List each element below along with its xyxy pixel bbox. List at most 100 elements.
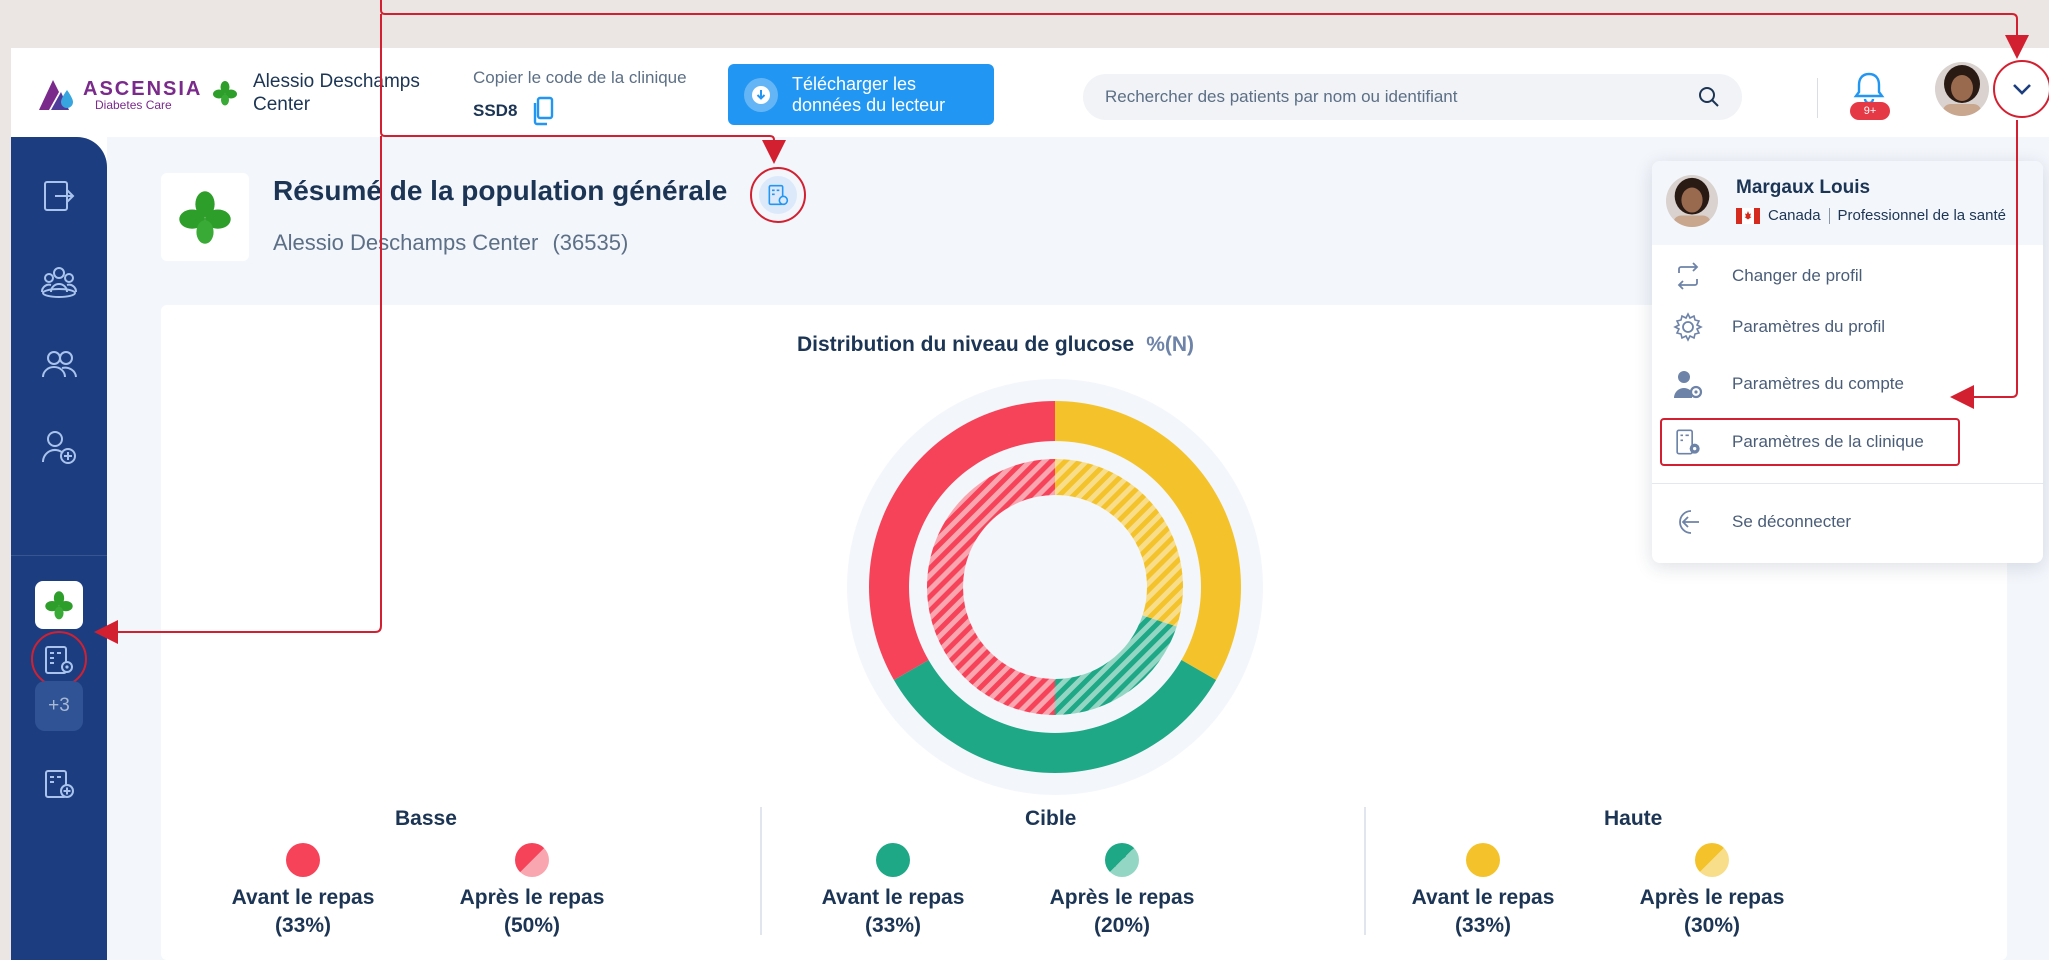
profile-country: Canada [1768,207,1821,224]
clinic-code: SSD8 [473,101,518,120]
clinic-subtitle: Alessio Deschamps Center [273,230,539,255]
legend-label: Après le repas [1049,886,1195,909]
sidebar-item-population[interactable] [35,257,83,305]
legend-dot-haute-after [1695,843,1729,877]
clinic-settings-icon [45,646,73,674]
switch-profile-icon [1672,260,1704,292]
avatar[interactable] [1935,62,1989,116]
logo-name: ASCENSIA [83,78,203,100]
menu-item-label: Paramètres du compte [1732,374,1904,393]
meta-divider [1828,207,1830,224]
legend-label: Après le repas [459,886,605,909]
legend-label: Avant le repas [231,886,375,909]
sidebar-item-clinic-settings[interactable] [31,631,87,687]
download-button-label: Télécharger les données du lecteur [792,73,946,115]
legend-group-basse: Basse [395,807,457,831]
patient-count: (36535) [552,230,629,255]
legend-haute-before: Avant le repas (33%) [1393,843,1573,941]
add-clinic-icon [45,770,74,798]
clinic-name-label: Alessio Deschamps Center [253,71,420,115]
app-window: ASCENSIA Diabetes Care Alessio Deschamps… [11,48,2049,960]
sidebar-item-add-clinic[interactable] [35,759,83,807]
legend-pct: (50%) [503,914,561,937]
legend-dot-basse-before [286,843,320,877]
legend-divider [760,807,762,935]
ascensia-logo-mark-icon [39,80,73,110]
menu-item-change-profile[interactable]: Changer de profil [1670,253,2026,299]
canada-flag-icon [1736,207,1760,224]
copy-code-label: Copier le code de la clinique [473,68,687,87]
clover-icon [179,191,231,244]
menu-item-label: Se déconnecter [1732,512,1852,531]
menu-item-label: Paramètres du profil [1732,317,1886,336]
glucose-donut-chart [847,379,1263,795]
legend-dot-cible-after [1105,843,1139,877]
account-settings-icon [1672,368,1704,400]
top-header: ASCENSIA Diabetes Care Alessio Deschamps… [11,48,2049,138]
logo-subtitle: Diabetes Care [95,98,172,112]
legend-pct: (33%) [864,914,922,937]
legend-cible-before: Avant le repas (33%) [803,843,983,941]
page-subtitle: Alessio Deschamps Center (36535) [273,230,628,256]
legend-group-cible: Cible [1025,807,1076,831]
profile-name: Margaux Louis [1736,177,1871,198]
profile-meta: Canada Professionnel de la santé [1736,207,2006,224]
logout-icon [1672,506,1704,538]
clover-icon [213,81,237,106]
menu-item-account-settings[interactable]: Paramètres du compte [1670,361,2026,407]
logout-arrow-icon [44,181,75,211]
sidebar-more-clinics[interactable]: +3 [35,681,83,731]
legend-label: Avant le repas [821,886,965,909]
download-meter-data-button[interactable]: Télécharger les données du lecteur [728,64,994,125]
sidebar-clinic-button[interactable] [35,581,83,629]
legend-dot-haute-before [1466,843,1500,877]
legend-pct: (33%) [1454,914,1512,937]
legend-pct: (30%) [1683,914,1741,937]
legend-divider [1364,807,1366,935]
clinic-settings-icon [768,184,789,206]
legend-cible-after: Après le repas (20%) [1032,843,1212,941]
legend-basse-after: Après le repas (50%) [442,843,622,941]
sidebar: +3 [11,137,107,960]
sidebar-item-exit[interactable] [35,172,83,220]
search-input[interactable] [1105,87,1665,107]
legend-title-haute: Haute [1604,807,1663,830]
search-icon[interactable] [1698,86,1720,108]
profile-menu-toggle[interactable] [1993,60,2049,118]
avatar [1666,175,1718,227]
copy-icon[interactable] [531,96,555,126]
page-title: Résumé de la population générale [273,175,728,206]
menu-item-profile-settings[interactable]: Paramètres du profil [1670,304,2026,350]
gear-icon [1672,311,1704,343]
legend-pct: (20%) [1093,914,1151,937]
sidebar-divider [11,555,107,556]
sidebar-item-add-patient[interactable] [35,423,83,471]
menu-item-label: Paramètres de la clinique [1732,432,1924,451]
header-divider [1817,78,1818,118]
donut-background [847,379,1263,795]
add-patient-icon [41,431,76,464]
legend-dot-cible-before [876,843,910,877]
chart-title: Distribution du niveau de glucose %(N) [797,333,1194,357]
menu-item-logout[interactable]: Se déconnecter [1670,499,2026,545]
population-icon [41,267,77,298]
chart-unit: %(N) [1146,333,1195,356]
legend-title-cible: Cible [1025,807,1077,830]
profile-role: Professionnel de la santé [1837,207,2006,224]
clinic-settings-icon [1672,426,1704,458]
ascensia-logo[interactable]: ASCENSIA Diabetes Care [37,78,202,112]
notification-badge: 9+ [1850,102,1890,120]
legend-dot-basse-after [515,843,549,877]
menu-item-label: Changer de profil [1732,266,1863,285]
notifications-button[interactable]: 9+ [1844,68,1894,128]
download-icon [744,77,778,112]
chart-title-text: Distribution du niveau de glucose [797,333,1135,356]
clinic-avatar [161,173,249,261]
sidebar-item-patients[interactable] [35,340,83,388]
menu-item-clinic-settings[interactable]: Paramètres de la clinique [1660,418,1960,466]
patients-icon [42,351,77,378]
legend-basse-before: Avant le repas (33%) [213,843,393,941]
patient-search[interactable] [1083,74,1742,120]
current-clinic[interactable]: Alessio Deschamps Center [211,70,453,116]
clinic-settings-button[interactable] [750,167,806,223]
